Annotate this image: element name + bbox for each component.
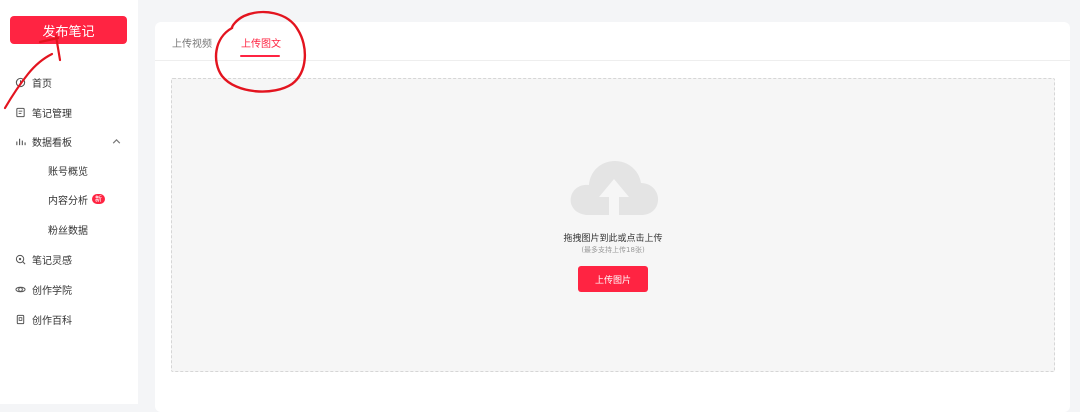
sidebar-item-label: 创作学院 xyxy=(32,285,72,297)
sidebar-item-data-dashboard[interactable]: 数据看板 xyxy=(14,131,126,151)
sidebar-item-creator-wiki[interactable]: 创作百科 xyxy=(14,309,126,329)
sidebar-item-note-inspiration[interactable]: 笔记灵感 xyxy=(14,249,126,269)
sidebar-item-label: 笔记灵感 xyxy=(32,255,72,267)
upload-tabs: 上传视频 上传图文 xyxy=(155,22,1070,61)
upload-panel: 上传视频 上传图文 拖拽图片到此或点击上传 (最多支持上传18张) 上传图片 xyxy=(155,22,1070,412)
sidebar-item-label: 笔记管理 xyxy=(32,108,72,120)
sidebar-subitem-content-analysis[interactable]: 内容分析 新 xyxy=(48,190,105,208)
sidebar: 发布笔记 首页 笔记管理 数据看板 账号概览 内容分析 新 粉丝数据 笔记灵感 xyxy=(0,0,138,404)
upload-image-button[interactable]: 上传图片 xyxy=(578,266,648,292)
wiki-icon xyxy=(14,313,26,325)
sidebar-item-home[interactable]: 首页 xyxy=(14,72,126,92)
sidebar-subitem-label: 内容分析 xyxy=(48,195,88,207)
sidebar-subitem-label: 粉丝数据 xyxy=(48,225,88,237)
home-icon xyxy=(14,76,26,88)
sidebar-subitem-label: 账号概览 xyxy=(48,166,88,178)
dropzone-title: 拖拽图片到此或点击上传 xyxy=(563,234,663,244)
inspiration-icon xyxy=(14,253,26,265)
publish-note-button[interactable]: 发布笔记 xyxy=(10,16,127,44)
chart-icon xyxy=(14,135,26,147)
sidebar-subitem-fan-data[interactable]: 粉丝数据 xyxy=(48,220,88,238)
sidebar-subitem-account-overview[interactable]: 账号概览 xyxy=(48,161,88,179)
tab-upload-video[interactable]: 上传视频 xyxy=(172,35,212,50)
new-badge: 新 xyxy=(92,194,105,204)
sidebar-item-note-management[interactable]: 笔记管理 xyxy=(14,102,126,122)
academy-icon xyxy=(14,283,26,295)
sidebar-item-label: 创作百科 xyxy=(32,315,72,327)
image-dropzone[interactable]: 拖拽图片到此或点击上传 (最多支持上传18张) 上传图片 xyxy=(171,78,1055,372)
chevron-up-icon[interactable] xyxy=(111,136,122,147)
cloud-upload-icon xyxy=(570,161,659,219)
tab-upload-image-text[interactable]: 上传图文 xyxy=(241,35,281,50)
dropzone-hint: (最多支持上传18张) xyxy=(581,246,645,254)
note-icon xyxy=(14,106,26,118)
active-tab-indicator xyxy=(240,55,280,57)
sidebar-item-label: 首页 xyxy=(32,78,52,90)
sidebar-item-creator-academy[interactable]: 创作学院 xyxy=(14,279,126,299)
sidebar-item-label: 数据看板 xyxy=(32,137,72,149)
